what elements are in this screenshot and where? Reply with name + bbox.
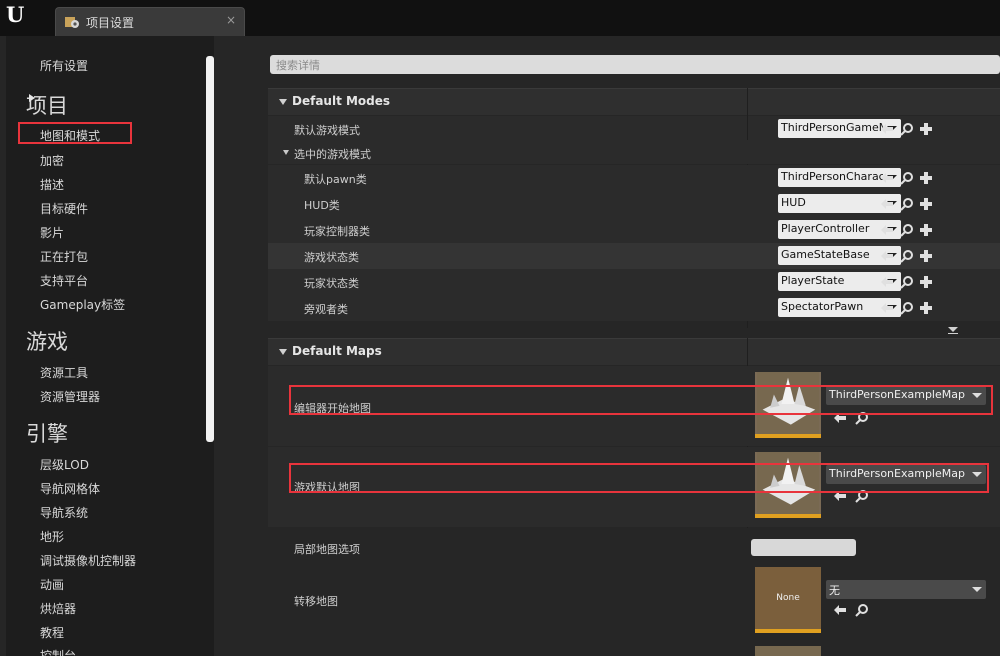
highlight-box [289, 385, 993, 415]
category-default-maps[interactable]: Default Maps [268, 338, 1000, 365]
prop-label: 玩家控制器类 [304, 225, 370, 238]
prop-default-game-mode: 默认游戏模式 ThirdPersonGameMo [268, 116, 1000, 142]
search-input[interactable]: 搜索详情 [270, 55, 1000, 74]
advanced-expand-line [948, 333, 958, 334]
browse-search-icon[interactable] [900, 197, 914, 211]
unreal-logo-icon: U [6, 2, 25, 27]
use-selected-arrow-icon[interactable] [880, 275, 894, 289]
sidebar-item-description[interactable]: 描述 [40, 176, 64, 193]
combo-value: GameStateBase [781, 248, 870, 261]
prop-label: 旁观者类 [304, 303, 348, 316]
sidebar-item-nav-system[interactable]: 导航系统 [40, 504, 88, 521]
combo-value: ThirdPersonGameMo [781, 121, 895, 134]
combo-value: 无 [829, 584, 840, 597]
advanced-expand-icon[interactable] [948, 327, 958, 332]
add-plus-icon[interactable] [919, 122, 933, 136]
category-default-modes[interactable]: Default Modes [268, 88, 1000, 115]
selected-arrow-icon [29, 94, 35, 102]
combo-value: HUD [781, 196, 806, 209]
prop-label: 默认pawn类 [304, 173, 367, 186]
use-selected-arrow-icon[interactable] [880, 249, 894, 263]
use-selected-arrow-icon[interactable] [880, 122, 894, 136]
sidebar-item-navmesh[interactable]: 导航网格体 [40, 480, 100, 497]
settings-icon [65, 17, 79, 28]
sidebar-item-asset-manager[interactable]: 资源管理器 [40, 388, 100, 405]
map-thumbnail [755, 646, 821, 656]
sidebar-item-supported-platforms[interactable]: 支持平台 [40, 272, 88, 289]
tab-project-settings[interactable]: 项目设置 × [55, 7, 245, 36]
use-selected-arrow-icon[interactable] [833, 603, 847, 617]
browse-search-icon[interactable] [900, 223, 914, 237]
title-bar: U 项目设置 × [0, 0, 1000, 36]
combo-value: PlayerState [781, 274, 845, 287]
thumb-label: None [776, 593, 800, 603]
sidebar-item-animation[interactable]: 动画 [40, 576, 64, 593]
category-title: Default Maps [292, 344, 382, 358]
chevron-down-icon [279, 99, 287, 105]
sidebar-item-movies[interactable]: 影片 [40, 224, 64, 241]
sidebar-item-asset-tools[interactable]: 资源工具 [40, 364, 88, 381]
browse-search-icon[interactable] [900, 122, 914, 136]
sidebar-item-hlod[interactable]: 层级LOD [40, 456, 89, 473]
sidebar-item-packaging[interactable]: 正在打包 [40, 248, 88, 265]
category-title: Default Modes [292, 94, 391, 108]
use-selected-arrow-icon[interactable] [880, 171, 894, 185]
prop-label: 选中的游戏模式 [294, 148, 371, 161]
sidebar-scrollbar[interactable] [206, 56, 214, 442]
use-selected-arrow-icon[interactable] [880, 197, 894, 211]
sidebar-item-tutorials[interactable]: 教程 [40, 624, 64, 641]
sidebar-section-engine: 引擎 [26, 422, 68, 446]
add-plus-icon[interactable] [919, 223, 933, 237]
details-panel: 搜索详情 Default Modes 默认游戏模式 ThirdPersonGam… [242, 36, 1000, 656]
use-selected-arrow-icon[interactable] [880, 223, 894, 237]
add-plus-icon[interactable] [919, 171, 933, 185]
use-selected-arrow-icon[interactable] [880, 301, 894, 315]
prop-label: 游戏状态类 [304, 251, 359, 264]
sidebar-item-target-hardware[interactable]: 目标硬件 [40, 200, 88, 217]
highlight-box [18, 122, 132, 144]
add-plus-icon[interactable] [919, 249, 933, 263]
browse-search-icon[interactable] [855, 603, 869, 617]
sidebar-item-gameplay-tags[interactable]: Gameplay标签 [40, 296, 125, 313]
prop-label: 局部地图选项 [294, 543, 360, 556]
highlight-box [289, 463, 989, 493]
prop-spectator: 旁观者类 SpectatorPawn [268, 295, 1000, 321]
add-plus-icon[interactable] [919, 197, 933, 211]
prop-hud-class: HUD类 HUD [268, 191, 1000, 217]
browse-search-icon[interactable] [900, 275, 914, 289]
prop-label: 玩家状态类 [304, 277, 359, 290]
combo-value: PlayerController [781, 222, 870, 235]
prop-label: HUD类 [304, 199, 340, 212]
browse-search-icon[interactable] [900, 249, 914, 263]
sidebar-item-all-settings[interactable]: 所有设置 [40, 57, 88, 74]
local-map-options-input[interactable] [751, 539, 856, 556]
sidebar-item-cooker[interactable]: 烘焙器 [40, 600, 76, 617]
add-plus-icon[interactable] [919, 301, 933, 315]
sidebar-section-game: 游戏 [26, 330, 68, 354]
sidebar-item-console[interactable]: 控制台 [40, 647, 76, 656]
sidebar-item-debug-camera[interactable]: 调试摄像机控制器 [40, 552, 136, 569]
close-icon[interactable]: × [226, 13, 236, 27]
prop-selected-game-mode[interactable]: 选中的游戏模式 [268, 140, 1000, 164]
sidebar-item-landscape[interactable]: 地形 [40, 528, 64, 545]
prop-label: 默认游戏模式 [294, 124, 360, 137]
prop-player-state: 玩家状态类 PlayerState [268, 269, 1000, 295]
map-thumbnail[interactable]: None [755, 567, 821, 633]
combo-value: SpectatorPawn [781, 300, 864, 313]
prop-label: 转移地图 [294, 595, 338, 608]
combo-value: ThirdPersonCharacte [781, 170, 896, 183]
tab-title: 项目设置 [86, 16, 135, 30]
prop-player-controller: 玩家控制器类 PlayerController [268, 217, 1000, 243]
prop-game-state: 游戏状态类 GameStateBase [268, 243, 1000, 269]
browse-search-icon[interactable] [900, 171, 914, 185]
chevron-down-icon [972, 587, 982, 592]
chevron-down-icon [283, 150, 289, 155]
add-plus-icon[interactable] [919, 275, 933, 289]
chevron-down-icon [279, 349, 287, 355]
sidebar-item-encryption[interactable]: 加密 [40, 152, 64, 169]
prop-default-pawn: 默认pawn类 ThirdPersonCharacte [268, 165, 1000, 191]
transition-map-combo[interactable]: 无 [826, 580, 986, 599]
browse-search-icon[interactable] [900, 301, 914, 315]
